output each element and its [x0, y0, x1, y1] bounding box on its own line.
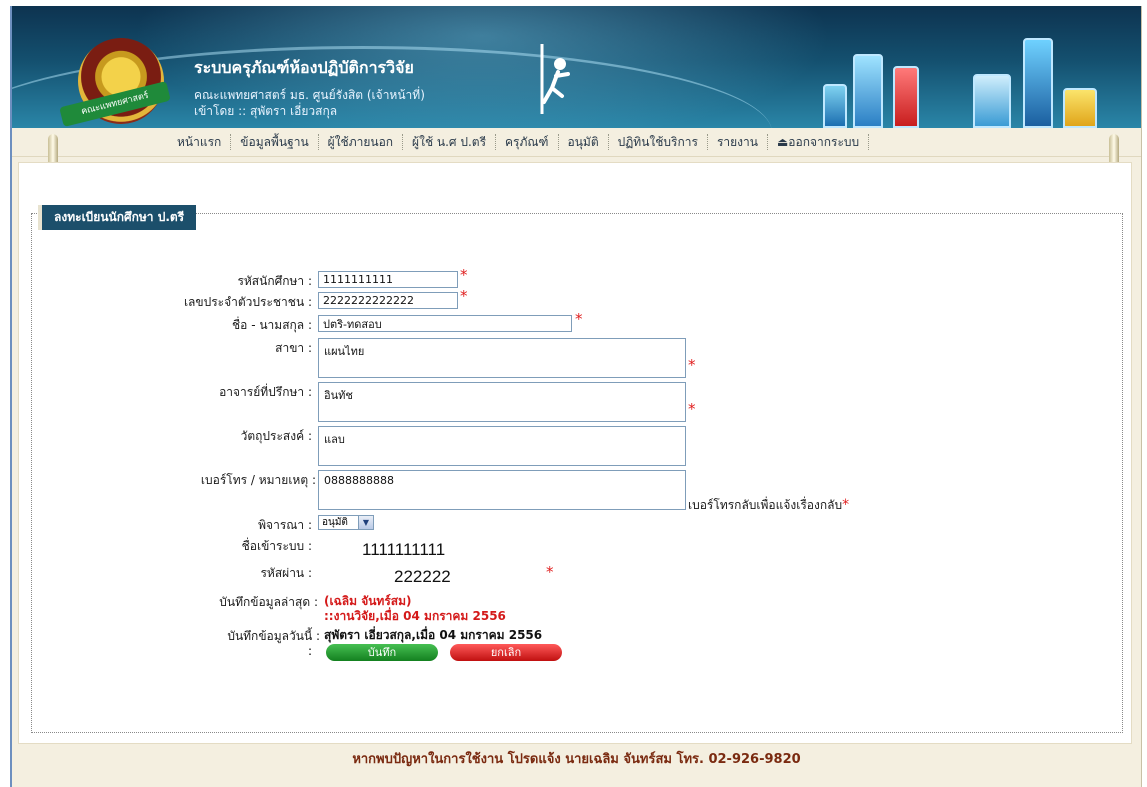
username-label: ชื่อเข้าระบบ : — [241, 539, 312, 553]
last-saved-label: บันทึกข้อมูลล่าสุด : — [219, 595, 318, 609]
chevron-down-icon: ▼ — [358, 516, 373, 529]
app-title: ระบบครุภัณฑ์ห้องปฏิบัติการวิจัย — [194, 58, 414, 77]
today-saved-label: บันทึกข้อมูลวันนี้ : — [227, 629, 320, 643]
menu-item-external-users[interactable]: ผู้ใช้ภายนอก — [319, 134, 404, 150]
purpose-label: วัตถุประสงค์ : — [240, 429, 312, 443]
top-menu: หน้าแรก ข้อมูลพื้นฐาน ผู้ใช้ภายนอก ผู้ใช… — [12, 128, 1141, 157]
runner-figure-icon — [540, 44, 570, 114]
consider-select[interactable]: อนุมัติ ▼ — [318, 515, 374, 530]
registration-fieldset: ลงทะเบียนนักศึกษา ป.ตรี รหัสนักศึกษา : *… — [31, 205, 1123, 733]
advisor-textarea[interactable]: อินทัช — [318, 382, 686, 422]
page-frame: คณะแพทยศาสตร์ ระบบครุภัณฑ์ห้องปฏิบัติการ… — [10, 6, 1142, 787]
required-mark: * — [575, 310, 583, 328]
branch-textarea[interactable]: แผนไทย — [318, 338, 686, 378]
last-saved-at: ::งานวิจัย,เมื่อ 04 มกราคม 2556 — [324, 609, 506, 623]
password-label: รหัสผ่าน : — [260, 566, 312, 580]
username-value: 1111111111 — [362, 540, 446, 559]
menu-item-undergrad-users[interactable]: ผู้ใช้ น.ศ ป.ตรี — [403, 134, 497, 150]
citizen-id-input[interactable] — [318, 292, 458, 309]
required-mark: * — [688, 400, 696, 418]
citizen-id-label: เลขประจำตัวประชาชน : — [183, 295, 312, 309]
password-value: 222222 — [394, 567, 451, 586]
main-content: ลงทะเบียนนักศึกษา ป.ตรี รหัสนักศึกษา : *… — [18, 162, 1132, 744]
purpose-textarea[interactable]: แลบ — [318, 426, 686, 466]
required-mark: * — [460, 287, 468, 305]
menu-item-home[interactable]: หน้าแรก — [168, 134, 232, 150]
cancel-button[interactable]: ยกเลิก — [450, 644, 562, 661]
phone-textarea[interactable]: 0888888888 — [318, 470, 686, 510]
advisor-label: อาจารย์ที่ปรึกษา : — [219, 385, 312, 399]
menu-item-approve[interactable]: อนุมัติ — [559, 134, 609, 150]
menu-item-calendar[interactable]: ปฏิทินใช้บริการ — [609, 134, 708, 150]
student-id-input[interactable] — [318, 271, 458, 288]
today-saved-value: สุพัตรา เอี่ยวสกุล,เมื่อ 04 มกราคม 2556 — [324, 628, 543, 642]
footer-contact: หากพบปัญหาในการใช้งาน โปรดแจ้ง นายเฉลิม … — [352, 752, 801, 767]
save-button[interactable]: บันทึก — [326, 644, 438, 661]
menu-item-logout[interactable]: ⏏ออกจากระบบ — [768, 134, 870, 150]
student-id-label: รหัสนักศึกษา : — [237, 274, 312, 288]
required-mark: * — [460, 266, 468, 284]
buttons-colon: : — [308, 644, 313, 658]
consider-label: พิจารณา : — [258, 518, 312, 532]
required-mark: * — [688, 356, 696, 374]
menu-item-report[interactable]: รายงาน — [708, 134, 768, 150]
fullname-input[interactable] — [318, 315, 572, 332]
branch-label: สาขา : — [275, 341, 312, 355]
section-title: ลงทะเบียนนักศึกษา ป.ตรี — [38, 205, 197, 230]
header-banner: คณะแพทยศาสตร์ ระบบครุภัณฑ์ห้องปฏิบัติการ… — [12, 6, 1141, 128]
menu-item-basic-data[interactable]: ข้อมูลพื้นฐาน — [231, 134, 319, 150]
fullname-label: ชื่อ - นามสกุล : — [232, 318, 312, 332]
phone-hint: เบอร์โทรกลับเพื่อแจ้งเรื่องกลับ* — [688, 497, 850, 513]
menu-item-equipment[interactable]: ครุภัณฑ์ — [496, 134, 559, 150]
required-mark: * — [546, 563, 554, 581]
logged-in-user: เข้าโดย :: สุพัตรา เอี่ยวสกุล — [194, 104, 338, 118]
menu-items: หน้าแรก ข้อมูลพื้นฐาน ผู้ใช้ภายนอก ผู้ใช… — [168, 128, 870, 156]
lab-equipment-illustration — [823, 12, 1123, 128]
phone-label: เบอร์โทร / หมายเหตุ : — [200, 473, 316, 487]
logout-icon: ⏏ — [776, 135, 789, 149]
